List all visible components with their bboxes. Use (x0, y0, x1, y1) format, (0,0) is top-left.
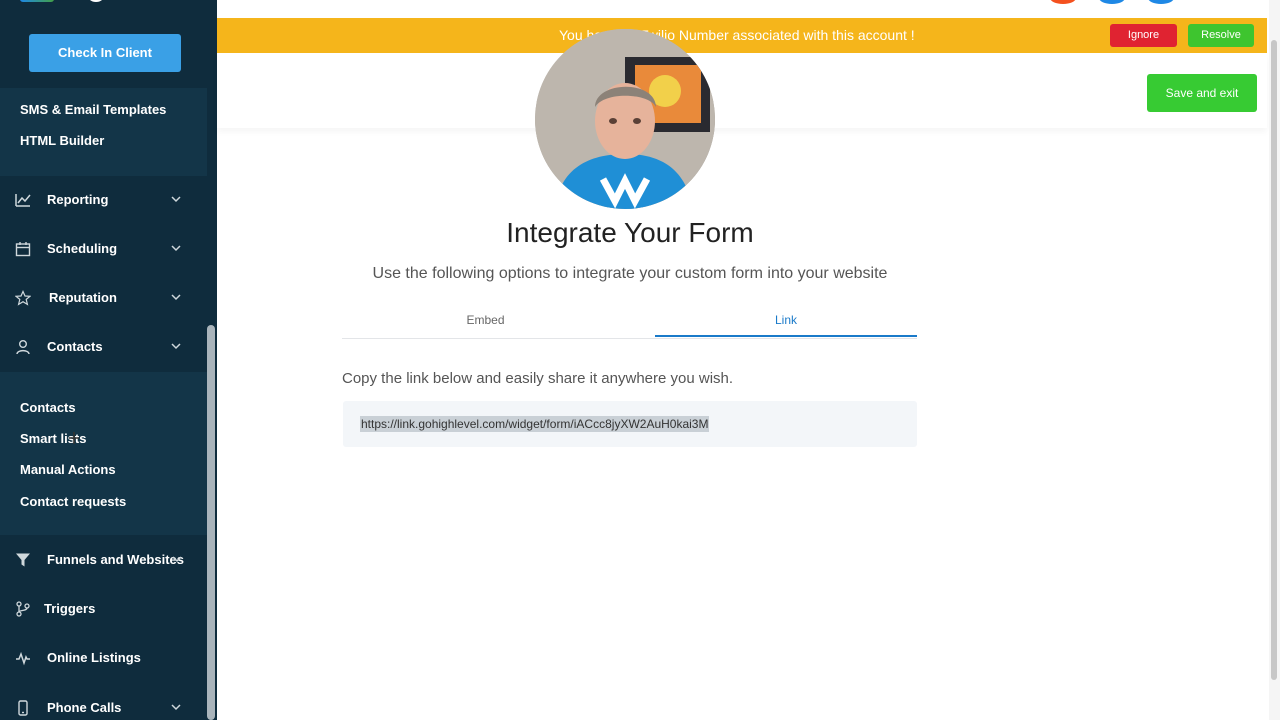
link-field[interactable]: https://link.gohighlevel.com/widget/form… (343, 401, 917, 447)
sidebar-item-triggers[interactable]: Triggers (0, 589, 207, 629)
star-icon (15, 290, 31, 306)
submenu-item-html-builder[interactable]: HTML Builder (20, 133, 104, 148)
logo (20, 0, 54, 2)
resolve-button[interactable]: Resolve (1188, 24, 1254, 47)
tab-link[interactable]: Link (655, 303, 917, 337)
sidebar-item-label: Online Listings (47, 650, 141, 665)
tab-embed[interactable]: Embed (342, 303, 629, 337)
move-cursor-icon (69, 432, 79, 444)
page-subtitle: Use the following options to integrate y… (372, 265, 888, 282)
chevron-down-icon (171, 704, 181, 711)
page-title: Integrate Your Form (506, 217, 754, 248)
chevron-down-icon (171, 196, 181, 203)
sidebar-item-reputation[interactable]: Reputation (0, 278, 207, 318)
submenu-item-contact-requests[interactable]: Contact requests (20, 494, 126, 509)
sidebar-item-label: Reporting (47, 192, 109, 207)
sidebar-item-label: Funnels and Websites (47, 552, 185, 567)
sidebar-item-label: Scheduling (47, 241, 118, 256)
chevron-down-icon (171, 245, 181, 252)
sidebar-item-scheduling[interactable]: Scheduling (0, 229, 207, 269)
sidebar-item-label: Contacts (47, 339, 103, 354)
chart-icon (15, 194, 31, 207)
integration-tabs: Embed Link (342, 303, 917, 339)
notification-icon[interactable] (1050, 0, 1076, 4)
webcam-overlay (535, 29, 715, 209)
sidebar-item-label: Triggers (44, 601, 96, 616)
logo-mark-icon (88, 0, 104, 2)
link-instruction: Copy the link below and easily share it … (342, 370, 734, 387)
submenu-item-manual-actions[interactable]: Manual Actions (20, 462, 116, 477)
page-scrollbar-thumb[interactable] (1271, 40, 1277, 680)
sidebar-item-funnels-websites[interactable]: Funnels and Websites (0, 540, 207, 580)
chevron-down-icon (171, 343, 181, 350)
warning-banner: You have no Twilio Number associated wit… (217, 18, 1267, 53)
sidebar-item-online-listings[interactable]: Online Listings (0, 638, 207, 678)
submenu-item-sms-email-templates[interactable]: SMS & Email Templates (20, 102, 166, 117)
check-in-client-button[interactable]: Check In Client (29, 34, 181, 72)
pulse-icon (16, 651, 30, 666)
profile-icon[interactable] (1148, 0, 1174, 4)
sidebar-item-reporting[interactable]: Reporting (0, 180, 207, 220)
sidebar-item-phone-calls[interactable]: Phone Calls (0, 688, 207, 720)
sidebar-item-label: Reputation (49, 290, 117, 305)
sidebar-item-contacts[interactable]: Contacts (0, 327, 207, 367)
sidebar-scrollbar[interactable] (207, 325, 215, 720)
phone-icon (18, 700, 28, 716)
presenter-image (535, 29, 715, 209)
user-icon (16, 340, 30, 355)
submenu-item-contacts[interactable]: Contacts (20, 400, 76, 415)
help-icon[interactable] (1099, 0, 1125, 4)
chevron-down-icon (172, 556, 182, 563)
page-scrollbar[interactable] (1269, 0, 1280, 720)
builder-header (217, 53, 1267, 128)
calendar-icon (15, 242, 31, 257)
sidebar: Check In Client SMS & Email Templates HT… (0, 0, 217, 720)
marketing-submenu: SMS & Email Templates HTML Builder (0, 88, 207, 176)
sidebar-item-label: Phone Calls (47, 700, 122, 715)
contacts-submenu: Contacts Smart lists Manual Actions Cont… (0, 372, 207, 535)
branch-icon (16, 601, 30, 617)
save-and-exit-button[interactable]: Save and exit (1147, 74, 1257, 112)
ignore-button[interactable]: Ignore (1110, 24, 1177, 47)
link-url[interactable]: https://link.gohighlevel.com/widget/form… (360, 416, 710, 432)
funnel-icon (16, 553, 30, 567)
chevron-down-icon (171, 294, 181, 301)
